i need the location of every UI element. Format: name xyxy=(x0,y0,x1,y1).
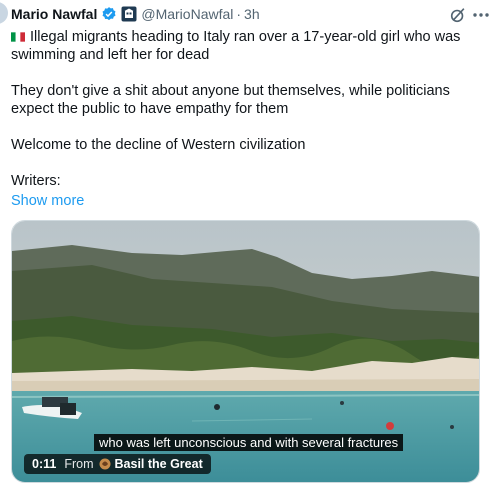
video-player[interactable]: who was left unconscious and with severa… xyxy=(11,220,480,483)
tweet-header: Mario Nawfal @MarioNawfal · 3h xyxy=(11,0,491,28)
author-name[interactable]: Mario Nawfal xyxy=(11,6,97,22)
show-more-link[interactable]: Show more xyxy=(11,192,84,210)
separator-dot: · xyxy=(236,6,242,22)
video-timestamp: 0:11 xyxy=(32,457,57,471)
avatar[interactable] xyxy=(0,2,8,24)
tweet-paragraph-3: Welcome to the decline of Western civili… xyxy=(11,137,306,153)
tweet-paragraph-1: Illegal migrants heading to Italy ran ov… xyxy=(11,28,491,64)
post-time[interactable]: 3h xyxy=(244,6,260,22)
verified-badge-icon[interactable] xyxy=(101,6,117,22)
video-info-bar: 0:11 From Basil the Great xyxy=(24,454,211,474)
more-icon[interactable] xyxy=(471,6,491,24)
tweet-paragraph-4: Writers: xyxy=(11,173,61,189)
tweet-line-1: Illegal migrants heading to Italy ran ov… xyxy=(11,29,461,63)
video-subtitle: who was left unconscious and with severa… xyxy=(94,434,404,451)
video-from-label: From xyxy=(64,457,94,471)
tweet-paragraph-2: They don't give a shit about anyone but … xyxy=(11,83,450,117)
video-source-name[interactable]: Basil the Great xyxy=(115,457,203,471)
source-avatar-icon xyxy=(99,458,111,470)
grok-icon[interactable] xyxy=(449,6,467,24)
affiliate-badge-icon[interactable] xyxy=(121,6,137,22)
italy-flag-icon xyxy=(11,32,25,42)
tweet-text: Illegal migrants heading to Italy ran ov… xyxy=(11,28,491,210)
tweet: Mario Nawfal @MarioNawfal · 3h Illegal m… xyxy=(11,0,491,483)
author-handle[interactable]: @MarioNawfal xyxy=(141,6,233,22)
